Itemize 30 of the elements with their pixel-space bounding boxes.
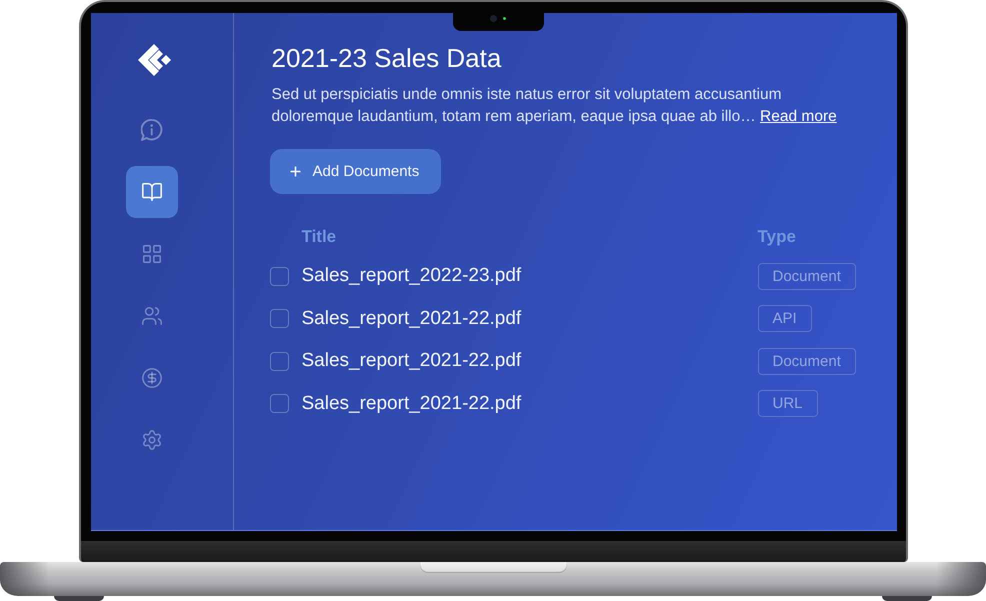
info-icon <box>140 119 162 141</box>
read-more-link[interactable]: Read more <box>760 108 837 125</box>
file-name: Sales_report_2021-22.pdf <box>302 392 522 415</box>
camera-icon <box>490 15 506 22</box>
add-documents-button[interactable]: Add Documents <box>270 149 442 194</box>
column-header: Type <box>758 227 796 247</box>
row-checkbox[interactable] <box>270 309 288 328</box>
plus-icon <box>288 164 302 179</box>
type-tag: URL <box>758 390 818 418</box>
settings-icon <box>140 429 162 451</box>
type-tag: API <box>758 305 812 332</box>
description-text: Sed ut perspiciatis unde omnis iste natus error sit voluptatem accusantium doloremque laudantium, totam rem aperiam, eaque ipsa quae ab illo… Read more <box>272 85 838 127</box>
type-tag: Document <box>758 262 856 290</box>
grid-icon <box>140 243 162 265</box>
users-icon <box>140 305 162 327</box>
dollar-icon <box>140 367 162 389</box>
row-checkbox[interactable] <box>270 266 288 286</box>
file-name: Sales_report_2021-22.pdf <box>302 350 522 372</box>
book-icon <box>140 181 162 203</box>
column-header: Title <box>302 227 336 247</box>
logo-icon <box>138 44 172 76</box>
row-checkbox[interactable] <box>270 394 288 414</box>
laptop-foot <box>882 596 932 601</box>
laptop-foot <box>54 596 104 601</box>
page-title: 2021-23 Sales Data <box>272 42 502 74</box>
type-tag: Document <box>758 348 856 375</box>
file-name: Sales_report_2021-22.pdf <box>302 308 522 330</box>
file-name: Sales_report_2022-23.pdf <box>302 265 522 288</box>
nav-button[interactable] <box>126 166 178 218</box>
row-checkbox[interactable] <box>270 352 288 371</box>
